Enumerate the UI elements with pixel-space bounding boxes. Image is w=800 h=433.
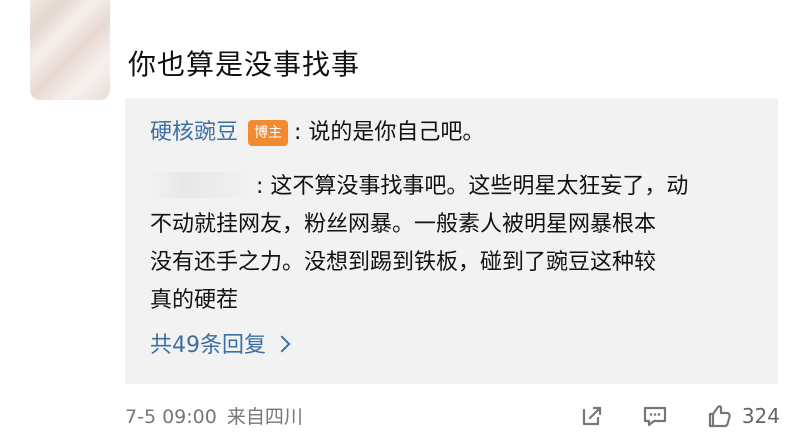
timestamp: 7-5 09:00 <box>125 406 217 428</box>
comment-footer: 7-5 09:00 来自四川 324 <box>125 399 780 433</box>
comment-screen: 你也算是没事找事 硬核豌豆 博主: 说的是你自己吧。 : 这不算没事找事吧。这些明… <box>0 0 800 433</box>
comment-button[interactable] <box>640 400 670 432</box>
like-count: 324 <box>741 404 780 428</box>
comment-icon <box>643 406 666 427</box>
more-replies-label: 共49条回复 <box>150 333 266 358</box>
reply-line: 不动就挂网友，粉丝网暴。一般素人被明星网暴根本 <box>150 212 657 237</box>
more-replies-link[interactable]: 共49条回复 <box>150 331 291 361</box>
reply-line: 没有还手之力。没想到踢到铁板，碰到了豌豆这种较 <box>150 250 657 275</box>
redacted-username <box>150 172 252 198</box>
location: 来自四川 <box>226 406 303 428</box>
reply-text: : 说的是你自己吧。 <box>294 120 485 145</box>
chevron-right-icon <box>273 335 291 353</box>
share-button[interactable] <box>578 400 606 432</box>
avatar[interactable] <box>30 0 110 100</box>
comment-text: 你也算是没事找事 <box>128 48 361 81</box>
like-button[interactable]: 324 <box>704 400 780 432</box>
reply-author[interactable]: 硬核豌豆 <box>150 120 238 145</box>
author-badge: 博主 <box>248 120 289 146</box>
comment-actions: 324 <box>578 400 780 432</box>
reply-second[interactable]: : 这不算没事找事吧。这些明星太狂妄了，动 不动就挂网友，粉丝网暴。一般素人被明… <box>150 168 765 320</box>
reply-line: 真的硬茬 <box>150 288 239 313</box>
comment-meta: 7-5 09:00 来自四川 <box>125 405 303 429</box>
like-icon <box>708 405 731 428</box>
share-icon <box>582 406 601 426</box>
reply-line-text: : 这不算没事找事吧。这些明星太狂妄了，动 <box>256 174 689 199</box>
reply-first[interactable]: 硬核豌豆 博主: 说的是你自己吧。 <box>150 116 765 150</box>
reply-line: : 这不算没事找事吧。这些明星太狂妄了，动 <box>150 168 765 206</box>
